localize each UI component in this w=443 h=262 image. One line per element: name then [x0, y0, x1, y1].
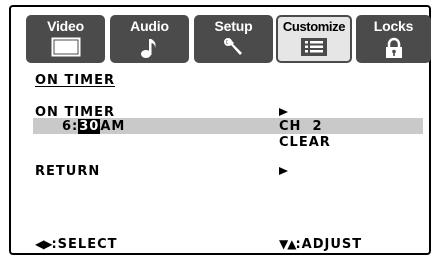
tab-customize[interactable]: Customize [276, 15, 352, 63]
return-label[interactable]: RETURN [35, 164, 100, 179]
tab-setup[interactable]: Setup [194, 15, 273, 63]
tab-locks-label: Locks [373, 18, 414, 34]
on-timer-label: ON TIMER [35, 105, 115, 120]
list-icon [301, 38, 327, 56]
on-timer-arrow-icon[interactable] [279, 108, 288, 116]
tab-setup-label: Setup [214, 18, 253, 34]
adjust-hint-label: :ADJUST [295, 237, 363, 252]
left-right-arrows-icon: ◀▶ [35, 237, 52, 251]
tab-locks[interactable]: Locks [356, 15, 431, 63]
channel-value[interactable]: CH 2 [279, 119, 323, 134]
on-timer-time[interactable]: 6:30AM [62, 119, 125, 134]
footer-select-hint: ◀▶:SELECT [35, 237, 117, 252]
page-title: ON TIMER [35, 73, 115, 88]
tv-screen-icon [51, 37, 80, 57]
music-note-icon [140, 39, 155, 58]
return-arrow-icon[interactable] [279, 167, 288, 175]
tab-customize-label: Customize [282, 19, 346, 34]
time-ampm[interactable]: AM [100, 119, 125, 134]
tab-video[interactable]: Video [26, 15, 105, 63]
tab-audio-label: Audio [130, 18, 169, 34]
time-minutes-field[interactable]: 30 [78, 119, 101, 134]
padlock-icon [385, 37, 402, 58]
down-up-arrows-icon: ▼▲ [279, 237, 296, 251]
select-hint-label: :SELECT [51, 237, 118, 252]
time-hour[interactable]: 6: [62, 119, 78, 134]
tab-video-label: Video [47, 18, 84, 34]
clear-option[interactable]: CLEAR [279, 135, 331, 150]
tab-audio[interactable]: Audio [110, 15, 189, 63]
footer-adjust-hint: ▼▲:ADJUST [279, 237, 362, 252]
wrench-icon [223, 38, 242, 55]
